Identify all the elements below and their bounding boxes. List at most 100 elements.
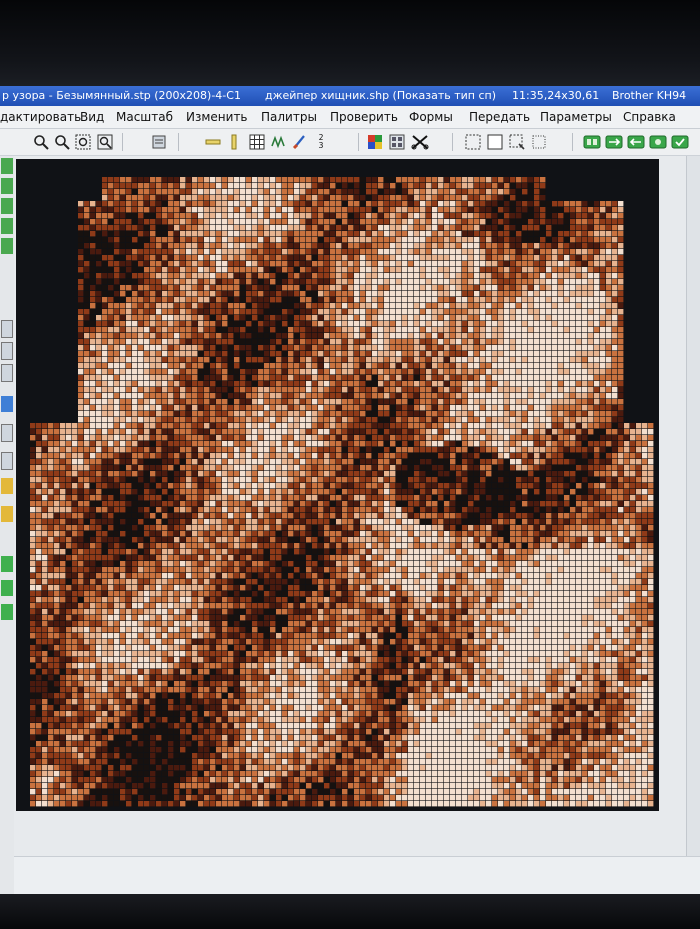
tool-pattern-icon[interactable] [1,478,13,494]
menu-view[interactable]: Вид [80,106,104,128]
scissors-icon[interactable] [410,132,430,151]
stitch-cell [180,477,186,483]
stitch-cell [504,483,510,489]
transfer-5-icon[interactable] [670,132,690,151]
zoom-out-icon[interactable] [53,132,71,151]
tool-cross-icon[interactable] [1,424,13,442]
colors-count-icon[interactable]: 2 3 [312,132,330,151]
stitch-cell [588,309,594,315]
stitch-cell [462,243,468,249]
stitch-cell [150,417,156,423]
stitch-cell [540,471,546,477]
palette-grid-icon[interactable] [388,132,406,151]
menu-edit[interactable]: дактировать [0,106,81,128]
stitch-cell [570,267,576,273]
color-swatch-icon[interactable] [366,132,384,151]
transfer-2-icon[interactable] [604,132,624,151]
tool-rect-icon[interactable] [1,364,13,382]
tool-select-icon[interactable] [1,452,13,470]
tool-green-5-icon[interactable] [1,238,13,254]
stitch-cell [72,459,78,465]
stitch-cell [84,333,90,339]
stitch-cell [228,483,234,489]
zoom-fit-icon[interactable] [74,132,92,151]
stitch-cell [486,381,492,387]
stitch-cell [354,393,360,399]
menu-check[interactable]: Проверить [330,106,398,128]
tool-fill-icon[interactable] [1,396,13,412]
zoom-select-icon[interactable] [96,132,114,151]
stitch-cell [288,321,294,327]
stitch-cell [408,423,414,429]
dotted-select-icon[interactable] [530,132,548,151]
stitch-cell [618,465,624,471]
select-box-icon[interactable] [486,132,504,151]
stitch-cell [414,243,420,249]
stitch-cell [174,333,180,339]
machine-icon[interactable] [150,132,168,151]
tool-wave-icon[interactable] [1,506,13,522]
tool-arrow-2-icon[interactable] [1,580,13,596]
stitch-cell [96,387,102,393]
zoom-in-icon[interactable] [32,132,50,151]
stitch-cell [492,219,498,225]
stitch-cell [288,273,294,279]
grid-icon[interactable] [248,132,266,151]
stitch-cell [204,255,210,261]
stitch-cell [618,249,624,255]
menu-help[interactable]: Справка [623,106,676,128]
stitch-cell [588,273,594,279]
brush-icon[interactable] [291,132,309,151]
select-rect-icon[interactable] [464,132,482,151]
stitch-cell [432,249,438,255]
stitch-cell [390,345,396,351]
menu-modify[interactable]: Изменить [186,106,248,128]
stitch-cell [186,219,192,225]
ruler-v-icon[interactable] [226,132,242,151]
tool-arrow-3-icon[interactable] [1,604,13,620]
stitch-cell [606,291,612,297]
stitch-cell [570,447,576,453]
tool-arrow-1-icon[interactable] [1,556,13,572]
tool-green-3-icon[interactable] [1,198,13,214]
knitting-pattern-grid[interactable] [24,159,654,811]
stitch-icon[interactable] [270,132,288,151]
transfer-4-icon[interactable] [648,132,668,151]
ruler-h-icon[interactable] [204,132,222,151]
stitch-cell [156,423,162,429]
stitch-cell [510,285,516,291]
crop-icon[interactable] [508,132,526,151]
stitch-cell [462,201,468,207]
stitch-cell [552,345,558,351]
stitch-cell [204,195,210,201]
stitch-cell [378,189,384,195]
tool-green-2-icon[interactable] [1,178,13,194]
stitch-cell [450,369,456,375]
stitch-cell [78,405,84,411]
transfer-1-icon[interactable] [582,132,602,151]
stitch-cell [240,279,246,285]
stitch-cell [432,219,438,225]
menu-shapes[interactable]: Формы [409,106,453,128]
stitch-cell [522,201,528,207]
tool-green-1-icon[interactable] [1,158,13,174]
menu-palettes[interactable]: Палитры [261,106,317,128]
menu-transfer[interactable]: Передать [469,106,530,128]
stitch-cell [534,315,540,321]
menu-parameters[interactable]: Параметры [540,106,612,128]
transfer-3-icon[interactable] [626,132,646,151]
tool-line-icon[interactable] [1,342,13,360]
stitch-cell [294,279,300,285]
stitch-cell [204,189,210,195]
stitch-cell [570,369,576,375]
stitch-cell [186,297,192,303]
tool-pencil-icon[interactable] [1,320,13,338]
stitch-cell [270,477,276,483]
stitch-cell [216,327,222,333]
stitch-cell [384,423,390,429]
menu-scale[interactable]: Масштаб [116,106,173,128]
stitch-cell [510,333,516,339]
stitch-cell [312,441,318,447]
stitch-cell [228,381,234,387]
tool-green-4-icon[interactable] [1,218,13,234]
